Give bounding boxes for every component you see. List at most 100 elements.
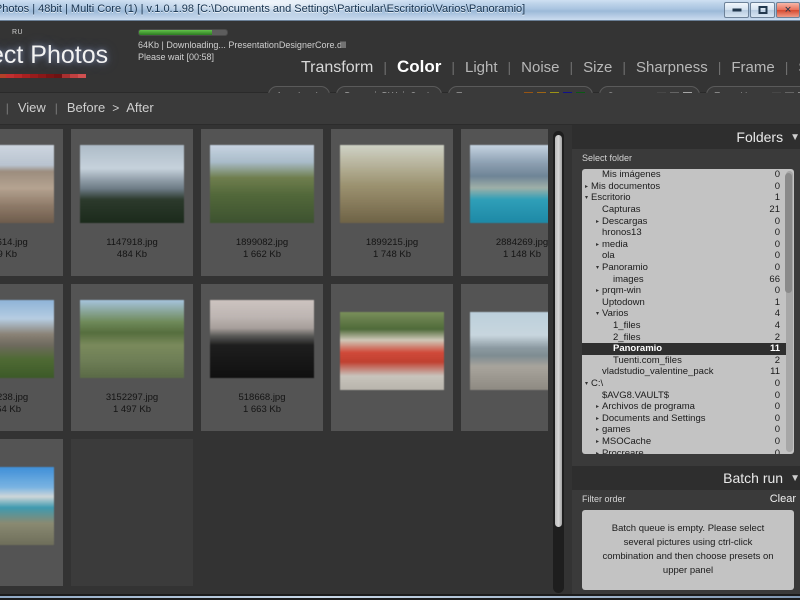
folder-tree-scrollbar[interactable] — [786, 171, 793, 452]
thumbnail-cell-inner[interactable]: 1899215.jpg1 748 Kb — [331, 129, 453, 276]
chevron-right-icon[interactable]: ▸ — [593, 287, 602, 294]
thumbnail-image[interactable] — [0, 300, 54, 378]
thumbnail-cell-inner[interactable] — [331, 284, 453, 431]
thumbnail-image[interactable] — [340, 312, 444, 390]
folder-tree-row[interactable]: ▸games0 — [582, 424, 786, 436]
chevron-right-icon[interactable]: ▸ — [593, 438, 602, 445]
folders-panel-header[interactable]: Folders ▼ — [572, 125, 800, 149]
folder-tree-row[interactable]: ▾C:\0 — [582, 378, 786, 390]
folder-tree-row[interactable]: ▸prqm-win0 — [582, 285, 786, 297]
sub-tab-before[interactable]: Before — [67, 100, 105, 115]
thumbnail-cell[interactable] — [327, 280, 457, 435]
thumbnail-cell[interactable]: 1899215.jpg1 748 Kb — [327, 125, 457, 280]
browser-scrollbar[interactable] — [553, 131, 564, 593]
batch-queue-box[interactable]: Batch queue is empty. Please select seve… — [582, 510, 794, 590]
tab-frame[interactable]: Frame — [730, 59, 775, 76]
folder-tree-row[interactable]: Tuenti.com_files2 — [582, 355, 786, 367]
filter-order-label[interactable]: Filter order — [582, 494, 626, 504]
folder-tree-scrollbar-thumb[interactable] — [785, 173, 792, 293]
chevron-right-icon[interactable]: ▸ — [582, 183, 591, 190]
thumbnail-cell[interactable] — [457, 280, 548, 435]
folder-tree-row[interactable]: ola0 — [582, 250, 786, 262]
folder-tree-row[interactable]: 1_files4 — [582, 320, 786, 332]
thumbnail-cell-inner[interactable]: 2884269.jpg1 148 Kb — [461, 129, 548, 276]
chevron-down-icon[interactable]: ▾ — [582, 194, 591, 201]
thumbnail-cell[interactable]: 1147614.jpg489 Kb — [0, 125, 67, 280]
folder-tree-row[interactable]: images66 — [582, 273, 786, 285]
folder-tree-list[interactable]: Mis imágenes0▸Mis documentos0▾Escritorio… — [582, 169, 786, 454]
maximize-button[interactable] — [750, 2, 775, 18]
language-badge[interactable]: RU — [12, 29, 23, 36]
folder-tree-row[interactable]: Panoramio11 — [582, 343, 786, 355]
chevron-down-icon[interactable]: ▼ — [790, 132, 800, 143]
thumbnail-cell-inner[interactable]: 3152238.jpg1 464 Kb — [0, 284, 63, 431]
folder-tree-row[interactable]: ▸MSOCache0 — [582, 436, 786, 448]
thumbnail-cell-inner[interactable] — [0, 439, 63, 586]
chevron-right-icon[interactable]: ▸ — [593, 415, 602, 422]
sub-tab-view[interactable]: View — [18, 100, 46, 115]
thumbnail-grid[interactable]: 1147614.jpg489 Kb1147918.jpg484 Kb189908… — [0, 125, 548, 590]
folder-tree-row[interactable]: ▾Varios4 — [582, 308, 786, 320]
thumbnail-cell[interactable]: 1147918.jpg484 Kb — [67, 125, 197, 280]
folder-tree-row[interactable]: Capturas21 — [582, 204, 786, 216]
thumbnail-cell-inner[interactable] — [71, 439, 193, 586]
folder-tree-row[interactable]: ▾Panoramio0 — [582, 262, 786, 274]
folder-tree-row[interactable]: Mis imágenes0 — [582, 169, 786, 181]
close-button[interactable]: ✕ — [776, 2, 800, 18]
thumbnail-browser[interactable]: 1147614.jpg489 Kb1147918.jpg484 Kb189908… — [0, 125, 548, 600]
folder-tree-box[interactable]: Mis imágenes0▸Mis documentos0▾Escritorio… — [582, 169, 794, 454]
folder-tree-row[interactable]: ▸Procreare0 — [582, 447, 786, 454]
folder-tree-row[interactable]: $AVG8.VAULT$0 — [582, 389, 786, 401]
folder-tree-row[interactable]: ▸Mis documentos0 — [582, 181, 786, 193]
thumbnail-cell-inner[interactable]: 1899082.jpg1 662 Kb — [201, 129, 323, 276]
thumbnail-image[interactable] — [470, 312, 548, 390]
minimize-button[interactable] — [724, 2, 749, 18]
folder-tree-row[interactable]: ▸media0 — [582, 239, 786, 251]
chevron-right-icon[interactable]: ▸ — [593, 426, 602, 433]
folder-tree-row[interactable]: ▾Escritorio1 — [582, 192, 786, 204]
thumbnail-cell[interactable] — [0, 435, 67, 590]
tab-color[interactable]: Color — [396, 57, 442, 77]
thumbnail-cell-inner[interactable]: 3152297.jpg1 497 Kb — [71, 284, 193, 431]
browser-scrollbar-thumb[interactable] — [555, 135, 562, 527]
tab-sharpness[interactable]: Sharpness — [635, 59, 709, 76]
tab-transform[interactable]: Transform — [300, 59, 374, 77]
sub-tab-strip[interactable]: ...lder | View | Before > After — [0, 100, 154, 115]
tab-noise[interactable]: Noise — [520, 59, 560, 76]
thumbnail-image[interactable] — [210, 145, 314, 223]
thumbnail-cell-inner[interactable] — [461, 284, 548, 431]
thumbnail-image[interactable] — [0, 467, 54, 545]
tab-light[interactable]: Light — [464, 59, 499, 76]
main-tab-strip[interactable]: Transform|Color|Light|Noise|Size|Sharpne… — [300, 57, 800, 83]
thumbnail-image[interactable] — [0, 145, 54, 223]
thumbnail-cell-inner[interactable]: 1147614.jpg489 Kb — [0, 129, 63, 276]
chevron-down-icon[interactable]: ▼ — [790, 473, 800, 484]
tab-size[interactable]: Size — [582, 59, 613, 76]
thumbnail-cell[interactable]: 3152297.jpg1 497 Kb — [67, 280, 197, 435]
thumbnail-cell-inner[interactable]: 1147918.jpg484 Kb — [71, 129, 193, 276]
folder-tree-row[interactable]: ▸Descargas0 — [582, 215, 786, 227]
chevron-down-icon[interactable]: ▾ — [593, 264, 602, 271]
thumbnail-cell-inner[interactable]: 518668.jpg1 663 Kb — [201, 284, 323, 431]
chevron-right-icon[interactable]: ▸ — [593, 450, 602, 454]
thumbnail-image[interactable] — [80, 300, 184, 378]
chevron-down-icon[interactable]: ▾ — [593, 310, 602, 317]
folder-tree-row[interactable]: 2_files2 — [582, 331, 786, 343]
batch-panel-header[interactable]: Batch run ▼ — [572, 466, 800, 490]
thumbnail-cell[interactable]: 3152238.jpg1 464 Kb — [0, 280, 67, 435]
folder-tree-row[interactable]: ▸Archivos de programa0 — [582, 401, 786, 413]
clear-button[interactable]: Clear — [770, 493, 796, 505]
thumbnail-image[interactable] — [340, 145, 444, 223]
chevron-right-icon[interactable]: ▸ — [593, 218, 602, 225]
thumbnail-image[interactable] — [470, 145, 548, 223]
folder-tree-row[interactable]: vladstudio_valentine_pack11 — [582, 366, 786, 378]
folder-tree-row[interactable]: hronos130 — [582, 227, 786, 239]
sub-tab-after[interactable]: After — [126, 100, 153, 115]
thumbnail-cell[interactable] — [67, 435, 197, 590]
window-titlebar[interactable]: ...fectPhotos | 48bit | Multi Core (1) |… — [0, 0, 800, 21]
thumbnail-cell[interactable]: 2884269.jpg1 148 Kb — [457, 125, 548, 280]
chevron-down-icon[interactable]: ▾ — [582, 380, 591, 387]
thumbnail-cell[interactable]: 1899082.jpg1 662 Kb — [197, 125, 327, 280]
thumbnail-image[interactable] — [210, 300, 314, 378]
chevron-right-icon[interactable]: ▸ — [593, 403, 602, 410]
